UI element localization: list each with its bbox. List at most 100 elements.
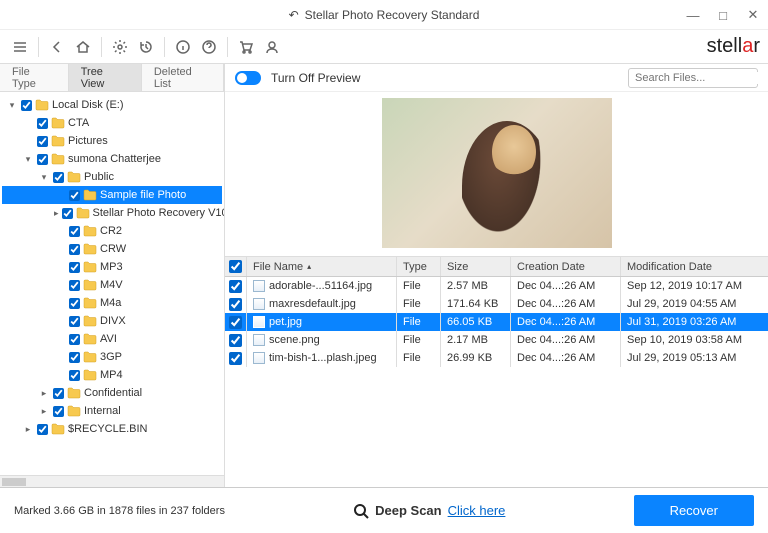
tree-checkbox[interactable] (69, 352, 80, 363)
tree-item[interactable]: Pictures (2, 132, 222, 150)
tree-item[interactable]: M4a (2, 294, 222, 312)
deep-scan-link[interactable]: Click here (448, 503, 506, 518)
left-panel: File TypeTree ViewDeleted List ▾Local Di… (0, 64, 225, 487)
tree-label: Stellar Photo Recovery V10 (93, 207, 224, 219)
file-cdate: Dec 04...:26 AM (511, 277, 621, 295)
col-size[interactable]: Size (441, 257, 511, 276)
tree-item[interactable]: AVI (2, 330, 222, 348)
file-size: 171.64 KB (441, 295, 511, 313)
cart-button[interactable] (234, 35, 258, 59)
preview-toggle-label: Turn Off Preview (271, 71, 360, 85)
tab-tree-view[interactable]: Tree View (69, 64, 142, 91)
user-button[interactable] (260, 35, 284, 59)
tree-item[interactable]: Sample file Photo (2, 186, 222, 204)
col-mdate[interactable]: Modification Date (621, 257, 768, 276)
tree-item[interactable]: MP3 (2, 258, 222, 276)
minimize-button[interactable]: — (678, 0, 708, 30)
tree-label: M4V (100, 279, 123, 291)
expand-icon[interactable]: ▸ (22, 424, 34, 435)
home-button[interactable] (71, 35, 95, 59)
tree-checkbox[interactable] (53, 406, 64, 417)
tree-checkbox[interactable] (37, 424, 48, 435)
maximize-button[interactable]: □ (708, 0, 738, 30)
tree-checkbox[interactable] (62, 208, 73, 219)
menu-button[interactable] (8, 35, 32, 59)
tree-checkbox[interactable] (53, 172, 64, 183)
settings-button[interactable] (108, 35, 132, 59)
file-row[interactable]: adorable-...51164.jpgFile2.57 MBDec 04..… (225, 277, 768, 295)
tree-checkbox[interactable] (69, 280, 80, 291)
expand-icon[interactable]: ▾ (6, 100, 18, 111)
file-checkbox[interactable] (229, 352, 242, 365)
file-list[interactable]: File Name▴ Type Size Creation Date Modif… (225, 256, 768, 487)
tree-label: 3GP (100, 351, 122, 363)
tree-checkbox[interactable] (69, 226, 80, 237)
col-name[interactable]: File Name▴ (247, 257, 397, 276)
tree-checkbox[interactable] (53, 388, 64, 399)
expand-icon[interactable]: ▾ (22, 154, 34, 165)
tree-checkbox[interactable] (69, 298, 80, 309)
file-size: 26.99 KB (441, 349, 511, 367)
close-button[interactable]: ✕ (738, 0, 768, 30)
tree-checkbox[interactable] (69, 334, 80, 345)
file-row[interactable]: tim-bish-1...plash.jpegFile26.99 KBDec 0… (225, 349, 768, 367)
tree-checkbox[interactable] (69, 190, 80, 201)
tree-item[interactable]: CRW (2, 240, 222, 258)
tree-checkbox[interactable] (37, 118, 48, 129)
tree-item[interactable]: MP4 (2, 366, 222, 384)
tree-checkbox[interactable] (37, 154, 48, 165)
tree-item[interactable]: ▾sumona Chatterjee (2, 150, 222, 168)
tree-item[interactable]: ▸Internal (2, 402, 222, 420)
expand-icon[interactable]: ▸ (38, 388, 50, 399)
file-checkbox[interactable] (229, 298, 242, 311)
file-list-header: File Name▴ Type Size Creation Date Modif… (225, 257, 768, 277)
expand-icon[interactable]: ▸ (38, 406, 50, 417)
search-box[interactable] (628, 68, 758, 88)
select-all-checkbox[interactable] (229, 260, 242, 273)
tree-item[interactable]: M4V (2, 276, 222, 294)
recover-button[interactable]: Recover (634, 495, 754, 526)
file-size: 66.05 KB (441, 313, 511, 331)
preview-toggle[interactable] (235, 71, 261, 85)
expand-icon[interactable]: ▾ (38, 172, 50, 183)
tree-checkbox[interactable] (37, 136, 48, 147)
tree-label: Public (84, 171, 114, 183)
tree-item[interactable]: ▾ Public (2, 168, 222, 186)
tree-checkbox[interactable] (69, 244, 80, 255)
tab-file-type[interactable]: File Type (0, 64, 69, 91)
back-button[interactable] (45, 35, 69, 59)
tree-checkbox[interactable] (69, 316, 80, 327)
file-checkbox[interactable] (229, 334, 242, 347)
horizontal-scrollbar[interactable] (0, 475, 224, 487)
file-name: pet.jpg (269, 316, 302, 328)
tree-item[interactable]: ▸Confidential (2, 384, 222, 402)
history-button[interactable] (134, 35, 158, 59)
col-type[interactable]: Type (397, 257, 441, 276)
tree-item[interactable]: CTA (2, 114, 222, 132)
tree-item[interactable]: 3GP (2, 348, 222, 366)
folder-icon (83, 297, 97, 309)
tree-item[interactable]: DIVX (2, 312, 222, 330)
folder-tree[interactable]: ▾Local Disk (E:)CTAPictures▾sumona Chatt… (0, 92, 224, 475)
folder-icon (76, 207, 90, 219)
tree-item[interactable]: CR2 (2, 222, 222, 240)
tree-checkbox[interactable] (69, 370, 80, 381)
tab-deleted-list[interactable]: Deleted List (142, 64, 224, 91)
tree-item[interactable]: ▾Local Disk (E:) (2, 96, 222, 114)
col-cdate[interactable]: Creation Date (511, 257, 621, 276)
info-button[interactable] (171, 35, 195, 59)
tree-item[interactable]: ▸$RECYCLE.BIN (2, 420, 222, 438)
file-row[interactable]: pet.jpgFile66.05 KBDec 04...:26 AMJul 31… (225, 313, 768, 331)
file-checkbox[interactable] (229, 316, 242, 329)
tree-checkbox[interactable] (69, 262, 80, 273)
help-button[interactable] (197, 35, 221, 59)
titlebar: ↶ Stellar Photo Recovery Standard — □ ✕ (0, 0, 768, 30)
file-checkbox[interactable] (229, 280, 242, 293)
search-input[interactable] (635, 72, 768, 84)
expand-icon[interactable]: ▸ (54, 208, 59, 219)
tree-label: CRW (100, 243, 126, 255)
tree-item[interactable]: ▸ Stellar Photo Recovery V10 (2, 204, 222, 222)
file-row[interactable]: scene.pngFile2.17 MBDec 04...:26 AMSep 1… (225, 331, 768, 349)
tree-checkbox[interactable] (21, 100, 32, 111)
file-row[interactable]: maxresdefault.jpgFile171.64 KBDec 04...:… (225, 295, 768, 313)
